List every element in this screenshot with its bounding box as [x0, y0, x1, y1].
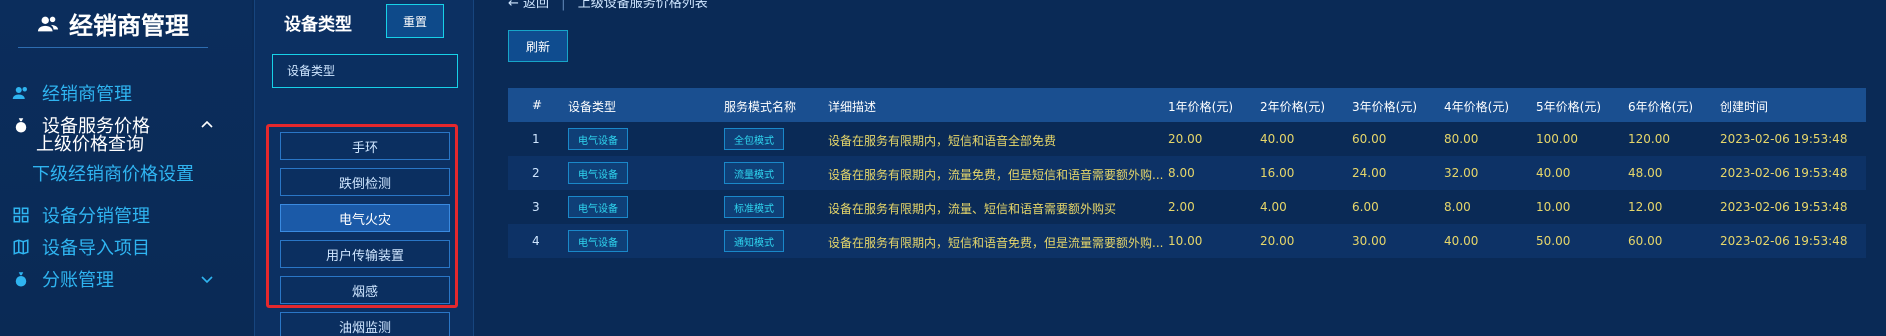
cell-description: 设备在服务有限期内，流量免费，但是短信和语音需要额外购...: [828, 168, 1164, 182]
service-mode-tag: 标准模式: [724, 196, 784, 218]
cell-price-6y: 120.00: [1628, 132, 1670, 146]
cell-price-6y: 48.00: [1628, 166, 1663, 180]
sidebar-item-label: 设备分销管理: [42, 206, 150, 227]
column-header: 创建时间: [1720, 100, 1769, 114]
header-divider: |: [561, 0, 566, 11]
column-header: 1年价格(元): [1168, 100, 1233, 114]
type-button-bracelet[interactable]: 手环: [280, 132, 450, 160]
cell-price-1y: 8.00: [1168, 166, 1195, 180]
table-header: # 设备类型 服务模式名称 详细描述 1年价格(元) 2年价格(元) 3年价格(…: [508, 88, 1866, 122]
device-type-tag: 电气设备: [568, 196, 628, 218]
brand-title: 经销商管理: [69, 12, 189, 40]
brand-header: 经销商管理: [18, 0, 208, 48]
refresh-button[interactable]: 刷新: [508, 30, 568, 62]
chevron-up-icon: [201, 120, 213, 128]
cell-price-4y: 8.00: [1444, 200, 1471, 214]
cell-price-4y: 40.00: [1444, 234, 1479, 248]
column-header: 3年价格(元): [1352, 100, 1417, 114]
cell-price-5y: 100.00: [1536, 132, 1578, 146]
cell-created-time: 2023-02-06 19:53:48: [1720, 132, 1848, 146]
device-type-tag: 电气设备: [568, 230, 628, 252]
table-row[interactable]: 1 电气设备 全包模式 设备在服务有限期内，短信和语音全部免费 20.00 40…: [508, 122, 1866, 156]
sidebar-item-dealer[interactable]: 经销商管理: [0, 76, 252, 110]
cell-description: 设备在服务有限期内，流量、短信和语音需要额外购买: [828, 202, 1117, 216]
cell-price-2y: 16.00: [1260, 166, 1295, 180]
sidebar-subitem-subordinate-price[interactable]: 下级经销商价格设置: [32, 160, 194, 186]
column-header: 5年价格(元): [1536, 100, 1601, 114]
cell-created-time: 2023-02-06 19:53:48: [1720, 234, 1848, 248]
device-type-tag: 电气设备: [568, 162, 628, 184]
cell-price-3y: 30.00: [1352, 234, 1387, 248]
cell-created-time: 2023-02-06 19:53:48: [1720, 166, 1848, 180]
page-header: ← 返回 | 上级设备服务价格列表: [508, 0, 708, 11]
users-icon: [12, 87, 27, 99]
device-type-input[interactable]: [272, 54, 458, 88]
sidebar: 经销商管理 经销商管理 设备服务价格 上级价格查询 下级经销商价格设置 设备分销…: [0, 0, 252, 336]
cell-price-4y: 32.00: [1444, 166, 1479, 180]
cell-price-1y: 20.00: [1168, 132, 1203, 146]
reset-button[interactable]: 重置: [386, 4, 444, 38]
column-header: 4年价格(元): [1444, 100, 1509, 114]
table-row[interactable]: 3 电气设备 标准模式 设备在服务有限期内，流量、短信和语音需要额外购买 2.0…: [508, 190, 1866, 224]
table-row[interactable]: 4 电气设备 通知模式 设备在服务有限期内，短信和语音免费，但是流量需要额外购.…: [508, 224, 1866, 258]
sidebar-item-label: 设备导入项目: [42, 238, 150, 259]
cell-price-5y: 50.00: [1536, 234, 1571, 248]
cell-price-4y: 80.00: [1444, 132, 1479, 146]
sidebar-item-distribution[interactable]: 设备分销管理: [0, 198, 252, 232]
type-button-user-transmission[interactable]: 用户传输装置: [280, 240, 450, 268]
cell-description: 设备在服务有限期内，短信和语音全部免费: [828, 134, 1057, 148]
cell-price-2y: 40.00: [1260, 132, 1295, 146]
money-bag-icon: [15, 118, 27, 133]
scrollbar[interactable]: [1876, 0, 1886, 336]
cell-price-1y: 2.00: [1168, 200, 1195, 214]
map-icon: [13, 239, 29, 255]
column-header: 2年价格(元): [1260, 100, 1325, 114]
sidebar-item-label: 分账管理: [42, 270, 114, 291]
column-header: #: [532, 98, 543, 112]
cell-index: 2: [532, 166, 540, 180]
back-link[interactable]: ← 返回: [508, 0, 549, 11]
type-button-electrical-fire[interactable]: 电气火灾: [280, 204, 450, 232]
table-row[interactable]: 2 电气设备 流量模式 设备在服务有限期内，流量免费，但是短信和语音需要额外购.…: [508, 156, 1866, 190]
cell-price-6y: 60.00: [1628, 234, 1663, 248]
filter-title: 设备类型: [284, 15, 352, 35]
cell-price-3y: 60.00: [1352, 132, 1387, 146]
column-header: 6年价格(元): [1628, 100, 1693, 114]
cell-price-3y: 6.00: [1352, 200, 1379, 214]
cell-index: 1: [532, 132, 540, 146]
service-mode-tag: 流量模式: [724, 162, 784, 184]
cell-price-2y: 4.00: [1260, 200, 1287, 214]
column-header: 详细描述: [828, 100, 877, 114]
cell-price-2y: 20.00: [1260, 234, 1295, 248]
column-header: 服务模式名称: [724, 100, 797, 114]
cell-price-5y: 10.00: [1536, 200, 1571, 214]
cell-price-5y: 40.00: [1536, 166, 1571, 180]
cell-index: 3: [532, 200, 540, 214]
cell-index: 4: [532, 234, 540, 248]
cell-price-1y: 10.00: [1168, 234, 1203, 248]
sidebar-item-split[interactable]: 分账管理: [0, 262, 252, 296]
page-title: 上级设备服务价格列表: [577, 0, 708, 11]
grid-icon: [13, 207, 29, 223]
service-mode-tag: 全包模式: [724, 128, 784, 150]
type-button-fall-detection[interactable]: 跌倒检测: [280, 168, 450, 196]
cell-created-time: 2023-02-06 19:53:48: [1720, 200, 1848, 214]
device-type-tag: 电气设备: [568, 128, 628, 150]
sidebar-subitem-superior-price[interactable]: 上级价格查询: [36, 130, 144, 156]
users-icon: [37, 16, 59, 31]
cell-price-3y: 24.00: [1352, 166, 1387, 180]
money-bag-icon: [15, 272, 27, 287]
service-mode-tag: 通知模式: [724, 230, 784, 252]
cell-description: 设备在服务有限期内，短信和语音免费，但是流量需要额外购...: [828, 236, 1164, 250]
sidebar-item-import[interactable]: 设备导入项目: [0, 230, 252, 264]
column-header: 设备类型: [568, 100, 617, 114]
cell-price-6y: 12.00: [1628, 200, 1663, 214]
sidebar-item-label: 经销商管理: [42, 84, 132, 105]
type-button-oil-smoke[interactable]: 油烟监测: [280, 312, 450, 336]
chevron-down-icon: [201, 276, 213, 284]
type-button-smoke[interactable]: 烟感: [280, 276, 450, 304]
